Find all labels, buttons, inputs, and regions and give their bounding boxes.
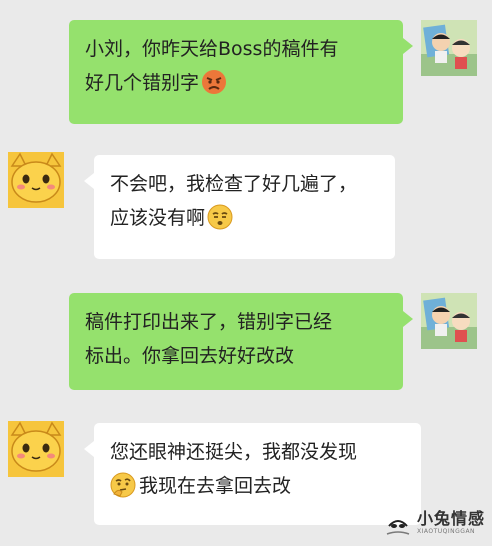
watermark-subtitle: XIAOTUQINGGAN bbox=[417, 528, 476, 535]
cartoon-boys-avatar-icon bbox=[421, 293, 477, 349]
message-text-line: 小刘，你昨天给Boss的稿件有 bbox=[85, 38, 339, 60]
rabbit-logo-icon bbox=[386, 520, 410, 535]
watermark: 小兔情感 XIAOTUQINGGAN bbox=[383, 502, 491, 544]
message-bubble-2[interactable]: 不会吧，我检查了好几遍了， 应该没有啊 bbox=[84, 155, 395, 259]
message-text-line: 不会吧，我检查了好几遍了， bbox=[110, 173, 358, 195]
message-text-line: 您还眼神还挺尖，我都没发现 bbox=[110, 441, 358, 463]
message-text-line: 我现在去拿回去改 bbox=[110, 469, 405, 503]
message-text-line: 好几个错别字 bbox=[85, 66, 387, 100]
message-bubble-1[interactable]: 小刘，你昨天给Boss的稿件有 好几个错别字 bbox=[69, 20, 413, 124]
yellow-cat-avatar-icon bbox=[8, 421, 64, 477]
my-avatar[interactable] bbox=[421, 293, 477, 349]
friend-avatar[interactable] bbox=[8, 421, 64, 477]
message-bubble-4[interactable]: 您还眼神还挺尖，我都没发现 我现在去拿回去改 bbox=[84, 423, 421, 525]
message-text-line: 稿件打印出来了，错别字已经 bbox=[85, 311, 333, 333]
thinking-emoji-icon bbox=[110, 472, 136, 498]
friend-avatar[interactable] bbox=[8, 152, 64, 208]
angry-emoji-icon bbox=[202, 70, 227, 94]
message-bubble-3[interactable]: 稿件打印出来了，错别字已经 标出。你拿回去好好改改 bbox=[69, 293, 413, 390]
message-text-line: 应该没有啊 bbox=[110, 201, 379, 235]
yellow-cat-avatar-icon bbox=[8, 152, 64, 208]
watermark-text: 小兔情感 XIAOTUQINGGAN bbox=[417, 510, 485, 536]
my-avatar[interactable] bbox=[421, 20, 477, 76]
watermark-title: 小兔情感 bbox=[417, 509, 486, 528]
unamused-emoji-icon bbox=[207, 204, 233, 230]
message-text-line: 标出。你拿回去好好改改 bbox=[85, 345, 295, 367]
cartoon-boys-avatar-icon bbox=[421, 20, 477, 76]
